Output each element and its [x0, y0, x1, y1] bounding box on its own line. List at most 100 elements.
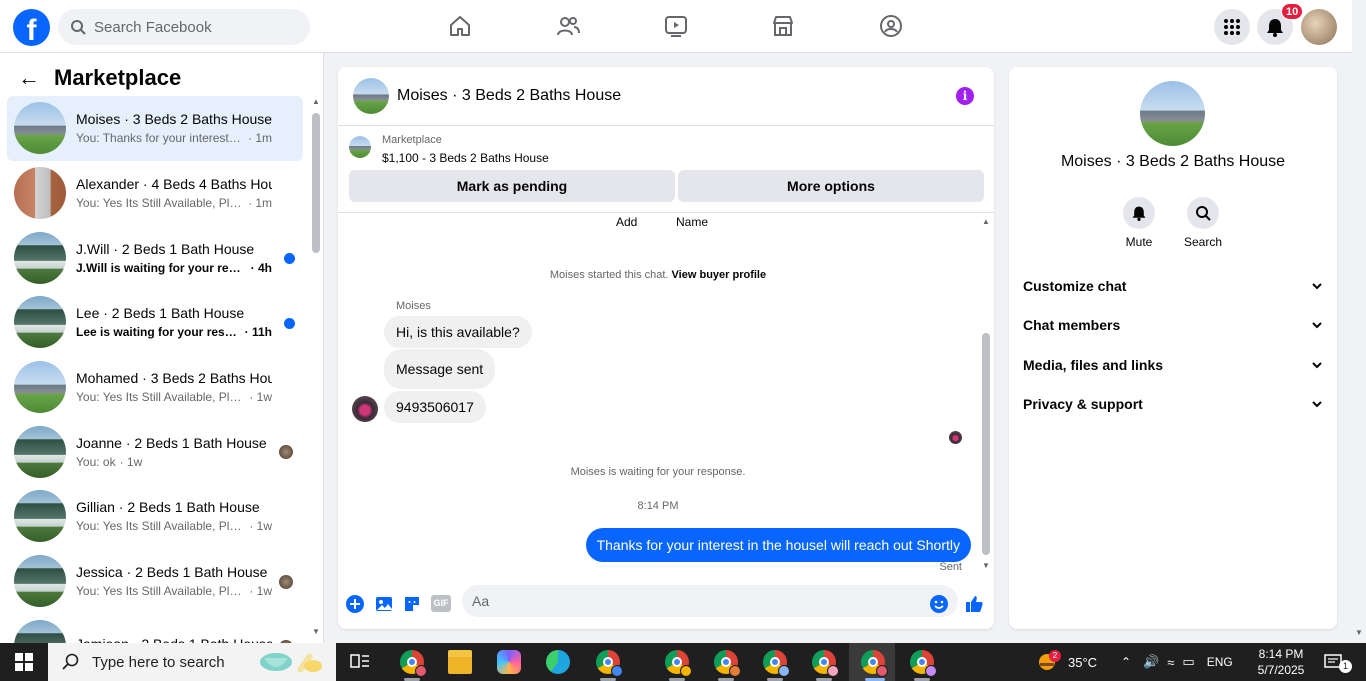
- search-bar[interactable]: [58, 9, 310, 45]
- language-indicator[interactable]: ENG: [1207, 655, 1233, 669]
- view-buyer-profile-link[interactable]: View buyer profile: [672, 269, 767, 281]
- weather-widget[interactable]: 35°C: [1036, 643, 1097, 681]
- battery-icon[interactable]: ▭: [1182, 654, 1194, 670]
- details-section[interactable]: Customize chat: [1023, 271, 1323, 301]
- chevron-down-icon: [1312, 401, 1322, 408]
- chat-scroll-up-arrow-icon[interactable]: ▲: [982, 217, 990, 226]
- chrome-profile-icon[interactable]: [665, 650, 692, 677]
- page-scroll-down-arrow-icon[interactable]: ▼: [1355, 628, 1363, 637]
- plus-icon[interactable]: [345, 594, 365, 614]
- seen-avatar: [279, 445, 293, 460]
- clock[interactable]: 8:14 PM 5/7/2025: [1253, 646, 1309, 678]
- conversation-item[interactable]: Alexander · 4 Beds 4 Baths House You: Yes…: [7, 161, 303, 226]
- message-timestamp: 8:14 PM: [637, 500, 679, 512]
- thumbs-up-icon[interactable]: [964, 594, 984, 614]
- incoming-message[interactable]: 9493506017: [384, 391, 486, 423]
- friends-icon[interactable]: [556, 14, 580, 38]
- search-chat-button[interactable]: Search: [1173, 197, 1233, 249]
- windows-start-button[interactable]: [0, 643, 48, 681]
- mute-button[interactable]: Mute: [1109, 197, 1169, 249]
- details-section[interactable]: Media, files and links: [1023, 350, 1323, 380]
- video-icon[interactable]: [664, 14, 688, 38]
- task-view-icon[interactable]: [349, 651, 373, 675]
- mute-label: Mute: [1125, 235, 1153, 249]
- outgoing-message[interactable]: Thanks for your interest in the housel w…: [585, 528, 971, 562]
- profile-avatar[interactable]: [1301, 9, 1337, 45]
- details-thumbnail[interactable]: [1140, 81, 1205, 146]
- conversation-message: J.Will is waiting for your respon...: [76, 260, 247, 275]
- chrome-profile-icon[interactable]: [812, 650, 839, 677]
- profile-badge-icon: [778, 665, 790, 677]
- conversation-item[interactable]: Mohamed · 3 Beds 2 Baths House You: Yes I…: [7, 355, 303, 420]
- sender-avatar[interactable]: [352, 396, 378, 422]
- emoji-icon[interactable]: [929, 594, 949, 614]
- conversation-item[interactable]: Gillian · 2 Beds 1 Bath House You: Yes It…: [7, 484, 303, 549]
- chat-panel: Moises · 3 Beds 2 Baths House i Marketpl…: [338, 67, 994, 629]
- conversation-item[interactable]: Lee · 2 Beds 1 Bath House Lee is waiting …: [7, 290, 303, 355]
- notification-center-button[interactable]: 1: [1323, 643, 1352, 681]
- chat-title[interactable]: Moises · 3 Beds 2 Baths House: [397, 87, 621, 105]
- bell-icon: [1123, 197, 1155, 229]
- chat-thumbnail[interactable]: [353, 78, 389, 114]
- chevron-up-icon[interactable]: ⌃: [1121, 655, 1131, 669]
- details-section[interactable]: Privacy & support: [1023, 389, 1323, 419]
- conversation-preview: You: Yes Its Still Available, Please... ·…: [76, 584, 272, 598]
- photo-icon[interactable]: [374, 594, 394, 614]
- gif-icon[interactable]: GIF: [431, 595, 451, 612]
- menu-button[interactable]: [1214, 9, 1250, 45]
- chrome-profile-icon[interactable]: [910, 650, 937, 677]
- message-input[interactable]: [462, 585, 958, 617]
- sticker-icon[interactable]: [402, 594, 422, 614]
- chrome-profile-icon[interactable]: [596, 650, 623, 677]
- conversation-item[interactable]: Moises · 3 Beds 2 Baths House You: Thanks…: [7, 96, 303, 161]
- chrome-profile-icon[interactable]: [400, 650, 427, 677]
- conversation-item[interactable]: Jamiean · 2 Beds 1 Bath House: [7, 614, 303, 643]
- network-icon[interactable]: ≈: [1167, 655, 1174, 670]
- details-section-label: Customize chat: [1023, 278, 1127, 294]
- marketplace-icon[interactable]: [771, 14, 795, 38]
- listing-thumbnail[interactable]: [349, 136, 371, 158]
- edge-icon[interactable]: [546, 650, 570, 674]
- more-options-button[interactable]: More options: [678, 170, 984, 202]
- facebook-logo[interactable]: f: [13, 9, 50, 46]
- speaker-icon[interactable]: 🔊: [1143, 654, 1159, 670]
- read-receipt-avatar: [949, 431, 962, 444]
- home-icon[interactable]: [448, 14, 472, 38]
- mark-pending-button[interactable]: Mark as pending: [349, 170, 675, 202]
- chat-scroll-down-arrow-icon[interactable]: ▼: [982, 561, 990, 570]
- conversation-thumbnail: [14, 425, 66, 478]
- details-section[interactable]: Chat members: [1023, 310, 1323, 340]
- sidebar-scrollbar[interactable]: [312, 113, 320, 253]
- search-input[interactable]: [94, 18, 294, 36]
- info-icon[interactable]: i: [956, 87, 974, 105]
- conversation-item[interactable]: Jessica · 2 Beds 1 Bath House You: Yes It…: [7, 549, 303, 614]
- scroll-up-arrow-icon[interactable]: ▲: [312, 97, 320, 106]
- notification-badge: 10: [1281, 3, 1304, 20]
- temperature: 35°C: [1068, 654, 1098, 670]
- profile-badge-icon: [680, 665, 692, 677]
- details-section-label: Media, files and links: [1023, 357, 1164, 373]
- chrome-profile-icon[interactable]: [714, 650, 741, 677]
- system-tray-icons[interactable]: ⌃ 🔊 ≈ ▭ ENG: [1121, 643, 1233, 681]
- incoming-message[interactable]: Message sent: [384, 349, 496, 389]
- conversation-thumbnail: [14, 555, 66, 608]
- conversation-title: Lee · 2 Beds 1 Bath House: [76, 305, 245, 322]
- chrome-profile-icon[interactable]: [763, 650, 790, 677]
- conversation-item[interactable]: J.Will · 2 Beds 1 Bath House J.Will is wa…: [7, 225, 303, 290]
- details-title: Moises · 3 Beds 2 Baths House: [1060, 153, 1286, 170]
- conversation-preview: Lee is waiting for your response.· 11h: [76, 325, 272, 339]
- listing-price[interactable]: $1,100 - 3 Beds 2 Baths House: [382, 151, 549, 165]
- conversation-item[interactable]: Joanne · 2 Beds 1 Bath House You: ok · 1w: [7, 419, 303, 484]
- back-arrow-icon[interactable]: ←: [18, 65, 40, 91]
- file-explorer-icon[interactable]: [448, 650, 472, 674]
- windows-taskbar: Type here to search 35°C 2 ⌃ 🔊 ≈ ▭ ENG 8…: [0, 643, 1366, 681]
- scroll-down-arrow-icon[interactable]: ▼: [312, 627, 320, 636]
- copilot-icon[interactable]: [497, 650, 521, 674]
- chat-scrollbar[interactable]: [982, 333, 990, 555]
- incoming-message[interactable]: Hi, is this available?: [384, 316, 532, 348]
- unread-dot-icon: [284, 318, 295, 330]
- profile-badge-icon: [876, 665, 888, 677]
- groups-icon[interactable]: [879, 14, 903, 38]
- chrome-profile-icon[interactable]: [861, 650, 888, 677]
- conversation-time: · 1w: [119, 454, 143, 469]
